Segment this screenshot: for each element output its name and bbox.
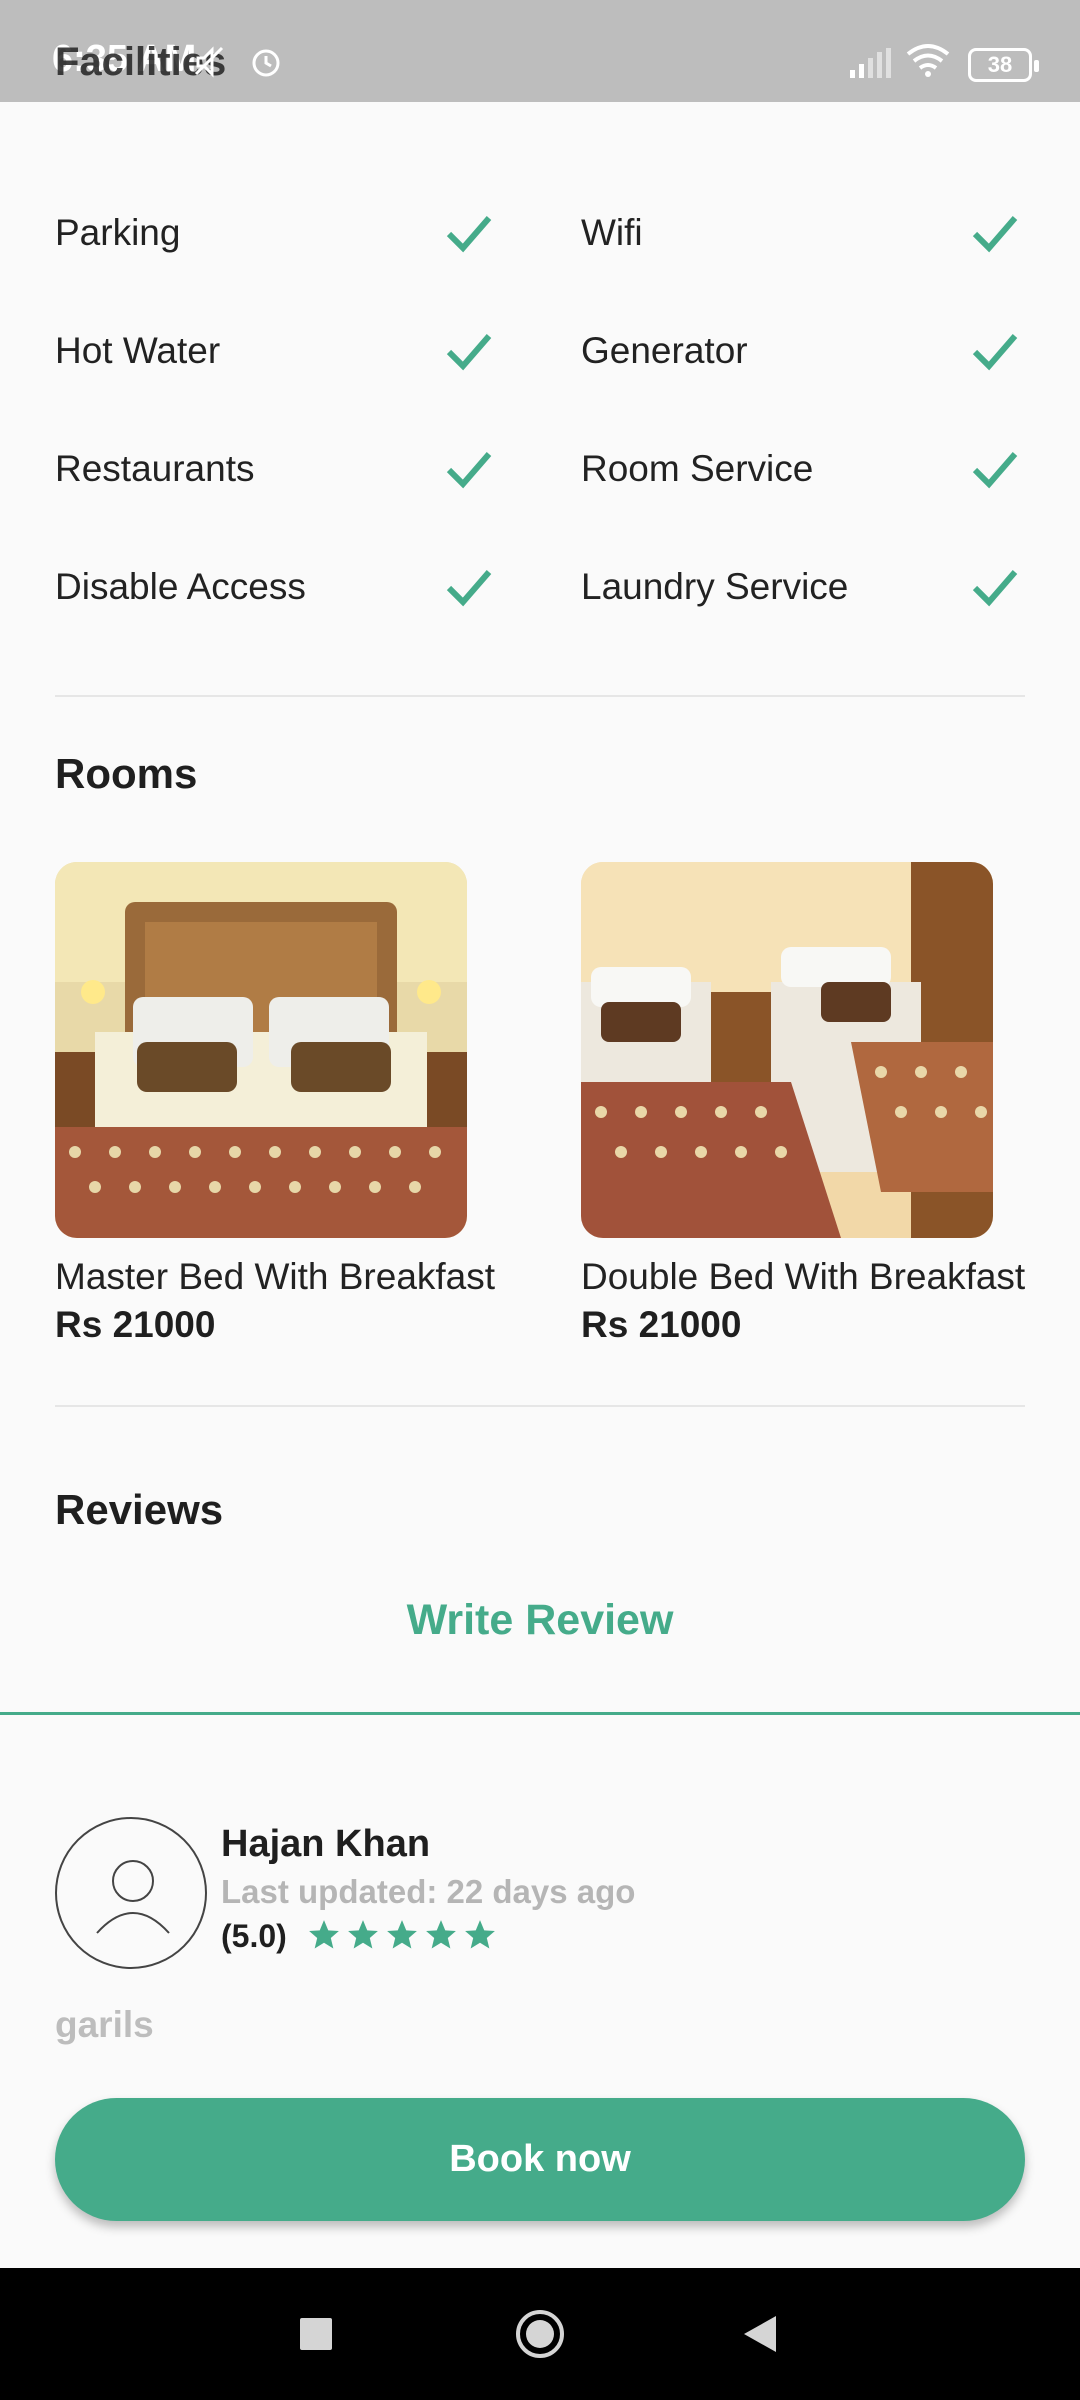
star-icon [465,1920,495,1949]
facility-label: Wifi [581,212,643,253]
battery-icon: 38 [968,48,1039,82]
review-updated: Last updated: 22 days ago [221,1873,636,1910]
divider [55,695,1025,697]
section-accent-line [0,1712,1080,1715]
facility-restaurants: Restaurants [55,438,525,498]
room-price: Rs 21000 [581,1304,742,1345]
divider [55,1405,1025,1407]
review-text: garils [55,2004,154,2045]
check-icon [446,216,492,253]
wifi-icon [906,44,950,77]
check-icon [446,570,492,607]
room-name: Double Bed With Breakfast [581,1256,1026,1297]
room-photo-image [581,862,993,1238]
room-photo-image [55,862,467,1238]
room-image[interactable] [581,862,993,1238]
book-now-button[interactable]: Book now [55,2098,1025,2221]
facility-label: Laundry Service [581,566,849,607]
facility-generator: Generator [581,320,1051,380]
reviewer-name: Hajan Khan [221,1823,431,1865]
room-card-double-bed[interactable]: Double Bed With Breakfast Rs 21000 [581,862,1080,1346]
facility-parking: Parking [55,202,525,262]
facility-label: Hot Water [55,330,221,371]
rooms-title: Rooms [55,750,198,797]
check-icon [446,452,492,489]
check-icon [972,216,1018,253]
facility-label: Disable Access [55,566,306,607]
star-icon [426,1920,456,1949]
review-score: (5.0) [221,1918,287,1954]
check-icon [972,452,1018,489]
room-image[interactable] [55,862,467,1238]
facility-laundry-service: Laundry Service [581,556,1051,616]
write-review-button[interactable]: Write Review [0,1596,1080,1645]
check-icon [972,570,1018,607]
signal-icon [850,48,891,78]
mute-icon [194,46,224,78]
recents-square-icon[interactable] [298,2316,334,2352]
facility-wifi: Wifi [581,202,1051,262]
facility-disable-access: Disable Access [55,556,525,616]
facility-label: Generator [581,330,748,371]
facility-hot-water: Hot Water [55,320,525,380]
facility-label: Restaurants [55,448,255,489]
check-icon [446,334,492,371]
alarm-icon [252,49,280,77]
star-icon [309,1920,339,1949]
back-triangle-icon[interactable] [742,2314,778,2354]
facility-label: Parking [55,212,181,253]
rating-stars [307,1918,497,1952]
facility-room-service: Room Service [581,438,1051,498]
reviews-title: Reviews [55,1486,224,1533]
navigation-bar [0,2268,1080,2400]
room-name: Master Bed With Breakfast [55,1256,496,1297]
avatar [55,1817,207,1969]
status-bar: 6:35 AM Facilities 38 [0,0,1080,102]
star-icon [387,1920,417,1949]
room-card-master-bed[interactable]: Master Bed With Breakfast Rs 21000 [55,862,575,1346]
user-icon [96,1860,170,1934]
star-icon [348,1920,378,1949]
facility-label: Room Service [581,448,814,489]
home-circle-icon[interactable] [514,2308,566,2360]
check-icon [972,334,1018,371]
room-price: Rs 21000 [55,1304,216,1345]
